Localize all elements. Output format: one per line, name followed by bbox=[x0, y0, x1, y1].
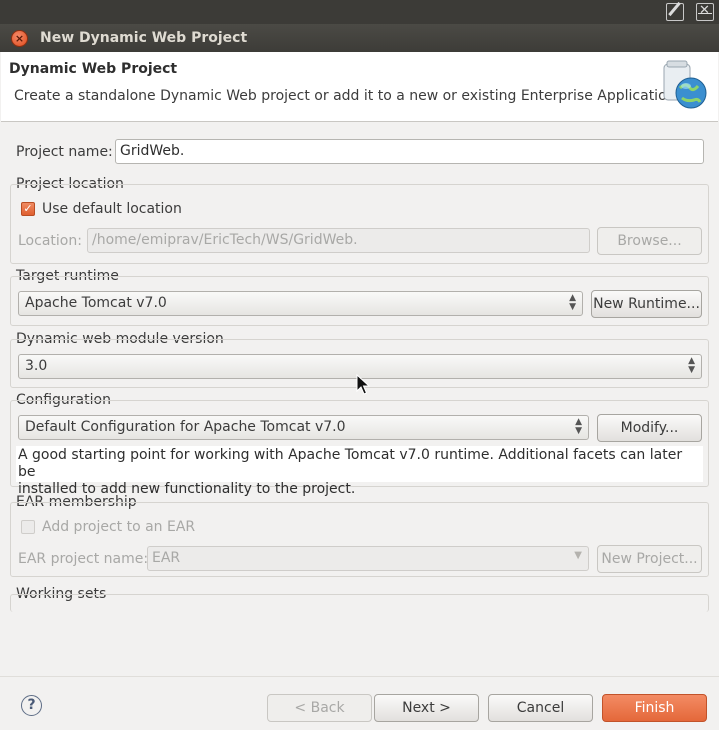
window-title: New Dynamic Web Project bbox=[40, 30, 248, 46]
banner-title: Dynamic Web Project bbox=[9, 61, 178, 77]
wizard-banner: Dynamic Web Project Create a standalone … bbox=[1, 52, 718, 122]
cancel-button[interactable]: Cancel bbox=[488, 694, 593, 722]
ear-project-name-label: EAR project name: bbox=[18, 551, 149, 567]
configuration-select[interactable]: Default Configuration for Apache Tomcat … bbox=[18, 415, 589, 440]
working-sets-group bbox=[10, 594, 709, 612]
browse-button[interactable]: Browse... bbox=[597, 227, 702, 255]
use-default-location-label: Use default location bbox=[42, 201, 182, 217]
banner-description: Create a standalone Dynamic Web project … bbox=[14, 88, 680, 104]
mouse-cursor-icon bbox=[356, 374, 370, 395]
configuration-description-line1: A good starting point for working with A… bbox=[18, 447, 683, 480]
ear-project-name-value: EAR bbox=[152, 550, 181, 566]
next-button[interactable]: Next > bbox=[374, 694, 479, 722]
project-name-input[interactable]: GridWeb. bbox=[115, 139, 704, 164]
use-default-location-checkbox[interactable]: ✓ bbox=[21, 202, 35, 216]
system-top-panel bbox=[0, 0, 719, 24]
help-icon[interactable]: ? bbox=[21, 695, 42, 716]
web-project-globe-icon bbox=[663, 60, 707, 109]
modify-button[interactable]: Modify... bbox=[597, 414, 702, 442]
combo-arrows-icon: ▲ ▼ bbox=[569, 293, 576, 312]
add-to-ear-checkbox[interactable] bbox=[21, 520, 35, 534]
target-runtime-select[interactable]: Apache Tomcat v7.0 ▲ ▼ bbox=[18, 291, 583, 316]
module-version-value: 3.0 bbox=[25, 358, 48, 374]
configuration-description: A good starting point for working with A… bbox=[16, 446, 703, 497]
add-to-ear-label: Add project to an EAR bbox=[42, 519, 196, 535]
ear-project-name-select[interactable]: EAR ▼ bbox=[147, 546, 589, 571]
compose-icon[interactable] bbox=[666, 3, 684, 21]
location-label: Location: bbox=[18, 233, 82, 249]
footer-separator bbox=[0, 676, 719, 677]
project-name-label: Project name: bbox=[16, 144, 113, 160]
dropdown-arrow-icon: ▼ bbox=[574, 550, 582, 561]
configuration-value: Default Configuration for Apache Tomcat … bbox=[25, 419, 346, 435]
close-window-button[interactable]: × bbox=[11, 30, 28, 47]
combo-arrows-icon: ▲ ▼ bbox=[575, 417, 582, 436]
back-button[interactable]: < Back bbox=[267, 694, 372, 722]
target-runtime-value: Apache Tomcat v7.0 bbox=[25, 295, 167, 311]
finish-button[interactable]: Finish bbox=[602, 694, 707, 722]
combo-arrows-icon: ▲ ▼ bbox=[688, 356, 695, 375]
window-titlebar: × New Dynamic Web Project bbox=[0, 24, 719, 52]
new-runtime-button[interactable]: New Runtime... bbox=[591, 290, 702, 318]
location-input[interactable]: /home/emiprav/EricTech/WS/GridWeb. bbox=[87, 228, 590, 253]
new-ear-project-button[interactable]: New Project... bbox=[597, 545, 702, 573]
mail-icon[interactable] bbox=[696, 3, 714, 21]
